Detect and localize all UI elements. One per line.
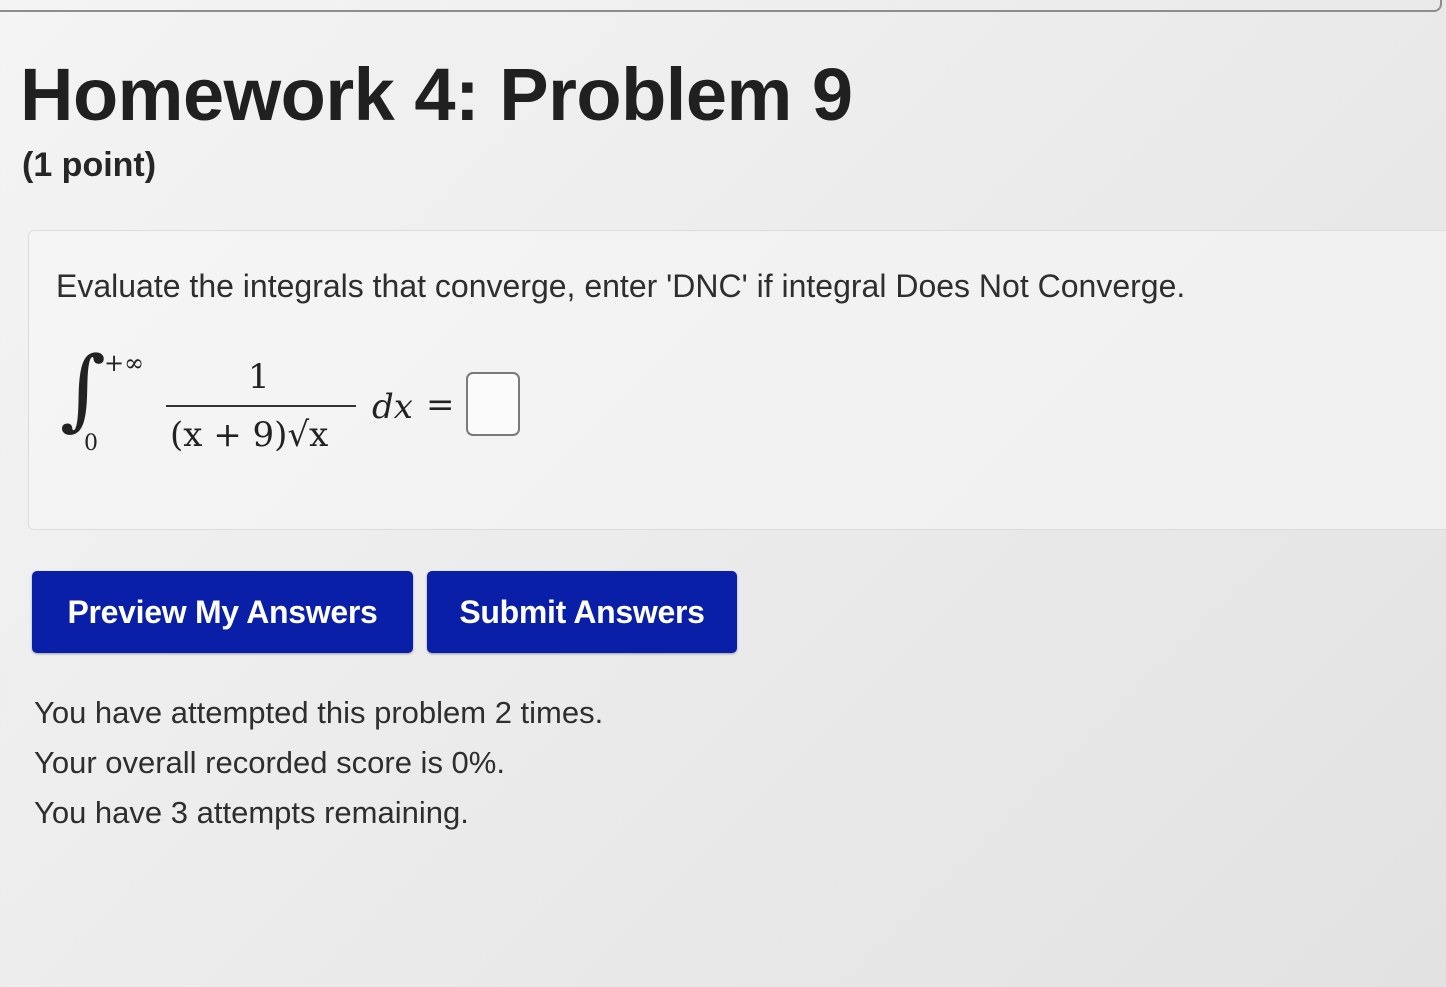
upper-limit: +∞ <box>104 349 145 377</box>
points-label: (1 point) <box>22 146 157 184</box>
remaining-attempts-text: You have 3 attempts remaining. <box>34 795 469 830</box>
lower-limit: 0 <box>84 431 98 456</box>
submit-answers-button[interactable]: Submit Answers <box>427 571 737 653</box>
fraction-bar <box>166 405 356 407</box>
page-title: Homework 4: Problem 9 <box>20 53 853 136</box>
fraction-numerator: 1 <box>248 357 270 397</box>
integral-expression: ∫ +∞ 0 1 (x + 9)√x dx = <box>58 345 538 470</box>
attempt-status: You have attempted this problem 2 times.… <box>34 688 603 838</box>
differential: dx <box>372 387 413 427</box>
integral-sign: ∫ <box>60 337 106 440</box>
fraction-denominator: (x + 9)√x <box>170 415 329 455</box>
score-text: Your overall recorded score is 0%. <box>34 745 505 780</box>
equals-sign: = <box>426 385 455 425</box>
attempts-text: You have attempted this problem 2 times. <box>34 695 604 730</box>
preview-answers-button[interactable]: Preview My Answers <box>32 571 413 653</box>
top-divider <box>0 0 1442 12</box>
answer-input[interactable] <box>466 372 520 436</box>
problem-instructions: Evaluate the integrals that converge, en… <box>56 268 1186 304</box>
